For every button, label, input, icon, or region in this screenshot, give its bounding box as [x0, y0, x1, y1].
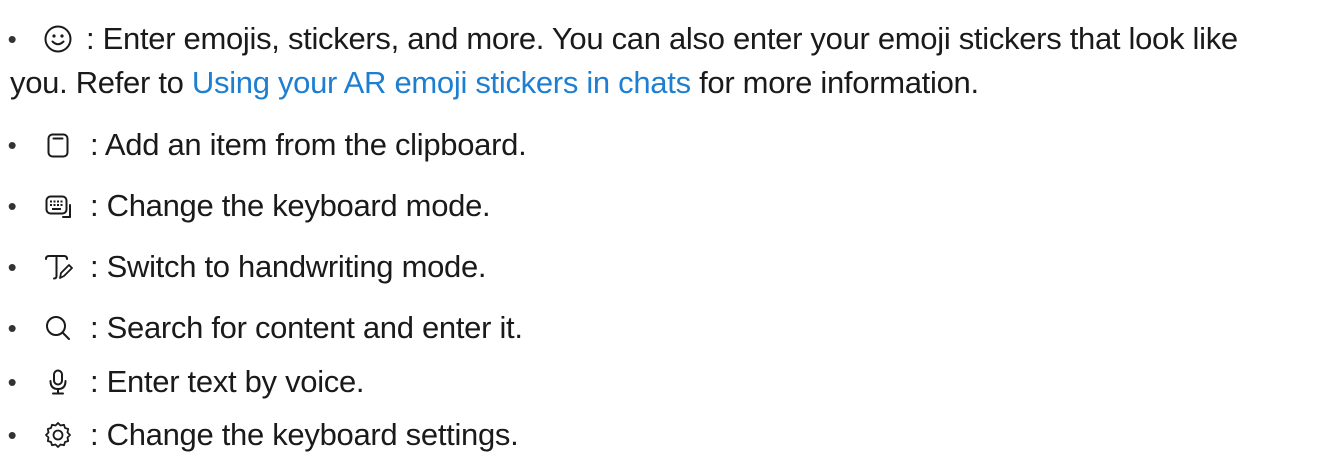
list-item-text: : Enter emojis, stickers, and more. You … — [10, 17, 1311, 105]
ar-emoji-stickers-link[interactable]: Using your AR emoji stickers in chats — [192, 65, 691, 100]
bullet: • — [7, 367, 17, 397]
list-item-emoji: • : Enter emojis, stickers, and more. Yo… — [0, 17, 1311, 105]
list-item-keyboard-mode: • : Change the keyboard mode. — [0, 184, 1315, 228]
bullet: • — [7, 313, 17, 343]
list-item-text: : Add an item from the clipboard. — [90, 127, 527, 162]
microphone-icon — [43, 367, 73, 397]
list-item-text: : Change the keyboard settings. — [90, 417, 519, 452]
handwriting-icon — [43, 252, 73, 282]
emoji-description: : Enter emojis, stickers, and more. You … — [86, 21, 1238, 56]
list-item-search: • : Search for content and enter it. — [0, 306, 1315, 350]
emoji-refer-text: you. Refer to — [10, 65, 192, 100]
bullet: • — [7, 420, 17, 450]
smiley-face-icon — [43, 24, 73, 54]
list-item-text: : Search for content and enter it. — [90, 310, 523, 345]
list-item-text: : Enter text by voice. — [90, 364, 365, 399]
list-item-voice: • : Enter text by voice. — [0, 360, 1315, 404]
emoji-description-line2: you. Refer to Using your AR emoji sticke… — [10, 61, 1311, 105]
bullet: • — [7, 191, 17, 221]
bullet: • — [7, 24, 17, 54]
keyboard-icon — [43, 191, 73, 221]
bullet: • — [7, 130, 17, 160]
clipboard-icon — [43, 130, 73, 160]
emoji-more-info-text: for more information. — [690, 65, 979, 100]
list-item-clipboard: • : Add an item from the clipboard. — [0, 123, 1315, 167]
search-icon — [43, 313, 73, 343]
list-item-text: : Switch to handwriting mode. — [90, 249, 487, 284]
list-item-text: : Change the keyboard mode. — [90, 188, 491, 223]
list-item-settings: • : Change the keyboard settings. — [0, 413, 1315, 457]
gear-icon — [43, 420, 73, 450]
list-item-handwriting: • : Switch to handwriting mode. — [0, 245, 1315, 289]
bullet: • — [7, 252, 17, 282]
